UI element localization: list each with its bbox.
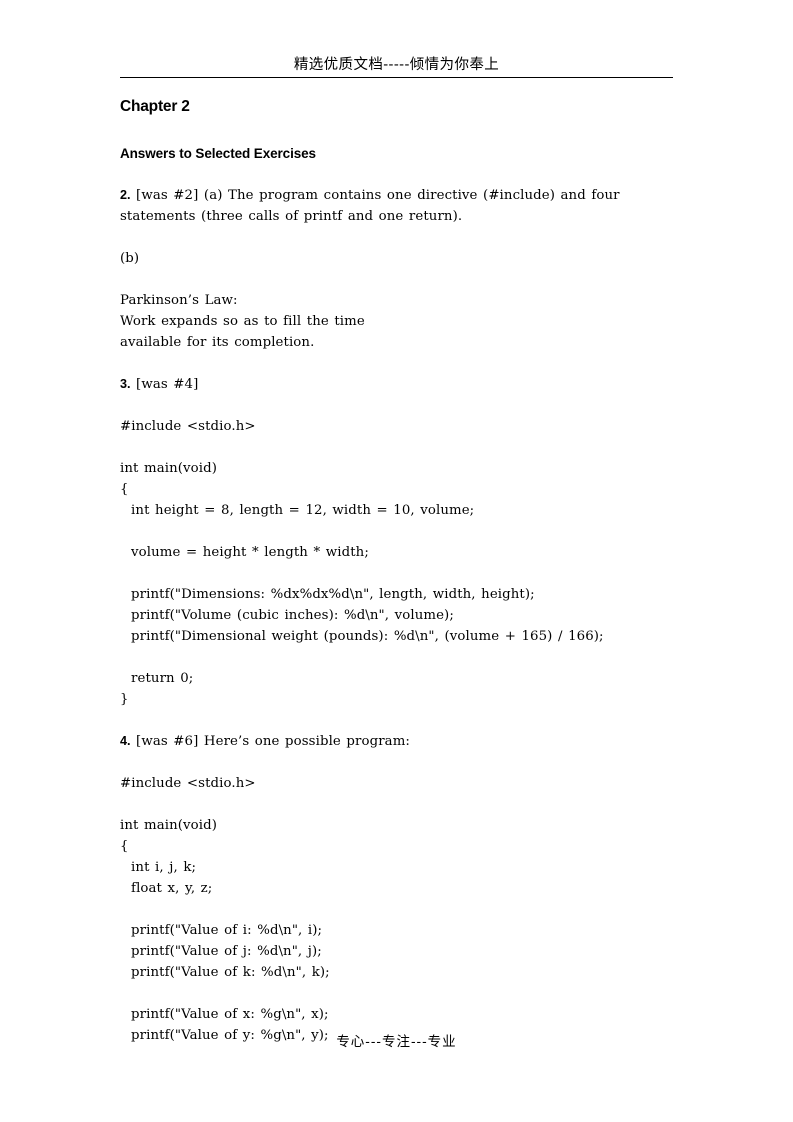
spacer-after-section-title: [120, 162, 680, 185]
exercise-4-code-block: int main(void) { int i, j, k; float x, y…: [120, 818, 330, 1043]
exercise-4-paragraph: 4. [was #6] Here’s one possible program:: [120, 731, 680, 752]
footer-watermark-text: 专心---专注---专业: [336, 1034, 457, 1050]
exercise-3-text: [was #4]: [136, 377, 199, 392]
exercise-4-text: [was #6] Here’s one possible program:: [136, 734, 410, 749]
exercise-3-code-block: int main(void) { int height = 8, length …: [120, 461, 604, 707]
section-title: Answers to Selected Exercises: [120, 146, 316, 161]
exercise-4-number: 4.: [120, 734, 131, 748]
exercise-2-paragraph: 2. [was #2] (a) The program contains one…: [120, 185, 680, 227]
header-divider-rule: [120, 77, 673, 78]
spacer-after-chapter-title: [120, 116, 680, 146]
exercise-3-paragraph: 3. [was #4]: [120, 374, 680, 395]
document-page: 精选优质文档-----倾情为你奉上 Chapter 2 Answers to S…: [0, 0, 793, 1122]
header-watermark-text: 精选优质文档-----倾情为你奉上: [293, 57, 500, 73]
exercise-2-text: [was #2] (a) The program contains one di…: [120, 188, 620, 224]
document-body: Chapter 2 Answers to Selected Exercises …: [120, 98, 680, 1046]
page-header: 精选优质文档-----倾情为你奉上: [120, 56, 673, 78]
exercise-3-include-directive: #include <stdio.h>: [120, 419, 256, 434]
exercise-3-number: 3.: [120, 377, 131, 391]
exercise-2-part-b-label: (b): [120, 251, 140, 266]
exercise-2-parkinson-quote: Parkinson’s Law: Work expands so as to f…: [120, 293, 365, 350]
exercise-2-number: 2.: [120, 188, 131, 202]
exercise-4-include-directive: #include <stdio.h>: [120, 776, 256, 791]
chapter-title: Chapter 2: [120, 98, 190, 115]
